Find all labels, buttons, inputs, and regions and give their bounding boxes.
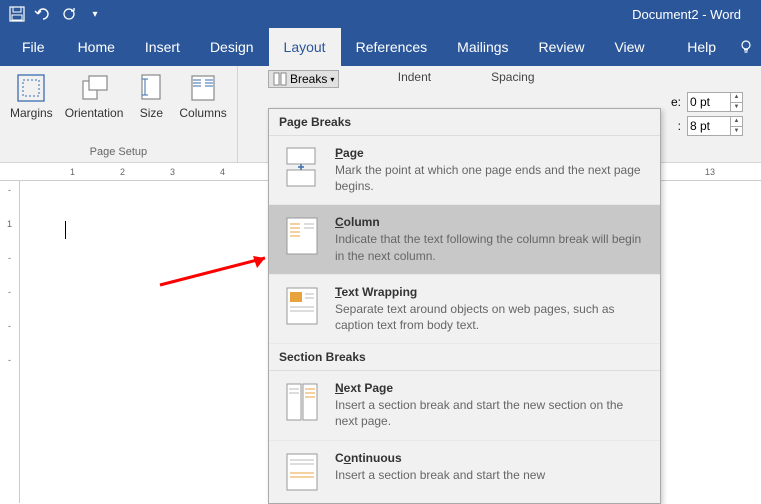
spinner-arrows-icon[interactable]: ▲▼ xyxy=(730,93,742,111)
item-desc: Indicate that the text following the col… xyxy=(335,231,646,263)
breaks-icon xyxy=(273,72,287,86)
spinner-arrows-icon[interactable]: ▲▼ xyxy=(730,117,742,135)
tab-home[interactable]: Home xyxy=(63,28,130,66)
orientation-icon xyxy=(78,72,110,104)
section-header-section-breaks: Section Breaks xyxy=(269,344,660,371)
tab-file[interactable]: File xyxy=(4,28,63,66)
spacing-after-input[interactable]: 8 pt ▲▼ xyxy=(687,116,743,136)
spacing-before-input[interactable]: 0 pt ▲▼ xyxy=(687,92,743,112)
tell-me-icon[interactable] xyxy=(731,38,761,56)
section-header-page-breaks: Page Breaks xyxy=(269,109,660,136)
save-icon[interactable] xyxy=(8,5,26,23)
item-title: Column xyxy=(335,215,646,229)
margins-button[interactable]: Margins xyxy=(6,70,57,122)
item-title: Continuous xyxy=(335,451,646,465)
tab-help[interactable]: Help xyxy=(672,39,731,55)
redo-icon[interactable] xyxy=(60,5,78,23)
item-desc: Mark the point at which one page ends an… xyxy=(335,162,646,194)
item-title: Page xyxy=(335,146,646,160)
item-title: Text Wrapping xyxy=(335,285,646,299)
item-desc: Separate text around objects on web page… xyxy=(335,301,646,333)
tab-references[interactable]: References xyxy=(341,28,443,66)
next-page-break-icon xyxy=(283,381,321,423)
breaks-item-next-page[interactable]: Next Page Insert a section break and sta… xyxy=(269,371,660,440)
group-page-setup: Margins Orientation Size Columns xyxy=(0,66,238,162)
margins-icon xyxy=(15,72,47,104)
spacing-after-suffix: : xyxy=(678,119,681,133)
columns-icon xyxy=(187,72,219,104)
undo-icon[interactable] xyxy=(34,5,52,23)
group-label-page-setup: Page Setup xyxy=(90,144,148,160)
breaks-dropdown: Page Breaks Page Mark the point at which… xyxy=(268,108,661,504)
breaks-item-text-wrapping[interactable]: Text Wrapping Separate text around objec… xyxy=(269,275,660,344)
item-desc: Insert a section break and start the new… xyxy=(335,397,646,429)
breaks-item-column[interactable]: Column Indicate that the text following … xyxy=(269,205,660,274)
tab-view[interactable]: View xyxy=(599,28,659,66)
tab-layout[interactable]: Layout xyxy=(269,28,341,66)
chevron-down-icon: ▾ xyxy=(330,75,334,84)
page-break-icon xyxy=(283,146,321,188)
size-icon xyxy=(135,72,167,104)
columns-button[interactable]: Columns xyxy=(175,70,230,122)
tab-mailings[interactable]: Mailings xyxy=(442,28,523,66)
indent-label: Indent xyxy=(398,70,431,84)
ribbon-tabs: File Home Insert Design Layout Reference… xyxy=(0,28,761,66)
text-wrapping-break-icon xyxy=(283,285,321,327)
quick-access-toolbar: ▾ xyxy=(0,5,112,23)
continuous-break-icon xyxy=(283,451,321,493)
ruler-vertical[interactable]: -1---- xyxy=(0,181,20,503)
spacing-label: Spacing xyxy=(491,70,534,84)
tab-design[interactable]: Design xyxy=(195,28,269,66)
tab-insert[interactable]: Insert xyxy=(130,28,195,66)
item-desc: Insert a section break and start the new xyxy=(335,467,646,483)
orientation-button[interactable]: Orientation xyxy=(61,70,128,122)
text-cursor xyxy=(65,221,66,239)
breaks-item-continuous[interactable]: Continuous Insert a section break and st… xyxy=(269,441,660,503)
breaks-button[interactable]: Breaks ▾ xyxy=(268,70,339,88)
item-title: Next Page xyxy=(335,381,646,395)
tab-review[interactable]: Review xyxy=(524,28,600,66)
spacing-before-suffix: e: xyxy=(671,95,681,109)
column-break-icon xyxy=(283,215,321,257)
qat-customize-icon[interactable]: ▾ xyxy=(86,5,104,23)
size-button[interactable]: Size xyxy=(131,70,171,122)
breaks-item-page[interactable]: Page Mark the point at which one page en… xyxy=(269,136,660,205)
window-title: Document2 - Word xyxy=(112,7,761,22)
title-bar: ▾ Document2 - Word xyxy=(0,0,761,28)
